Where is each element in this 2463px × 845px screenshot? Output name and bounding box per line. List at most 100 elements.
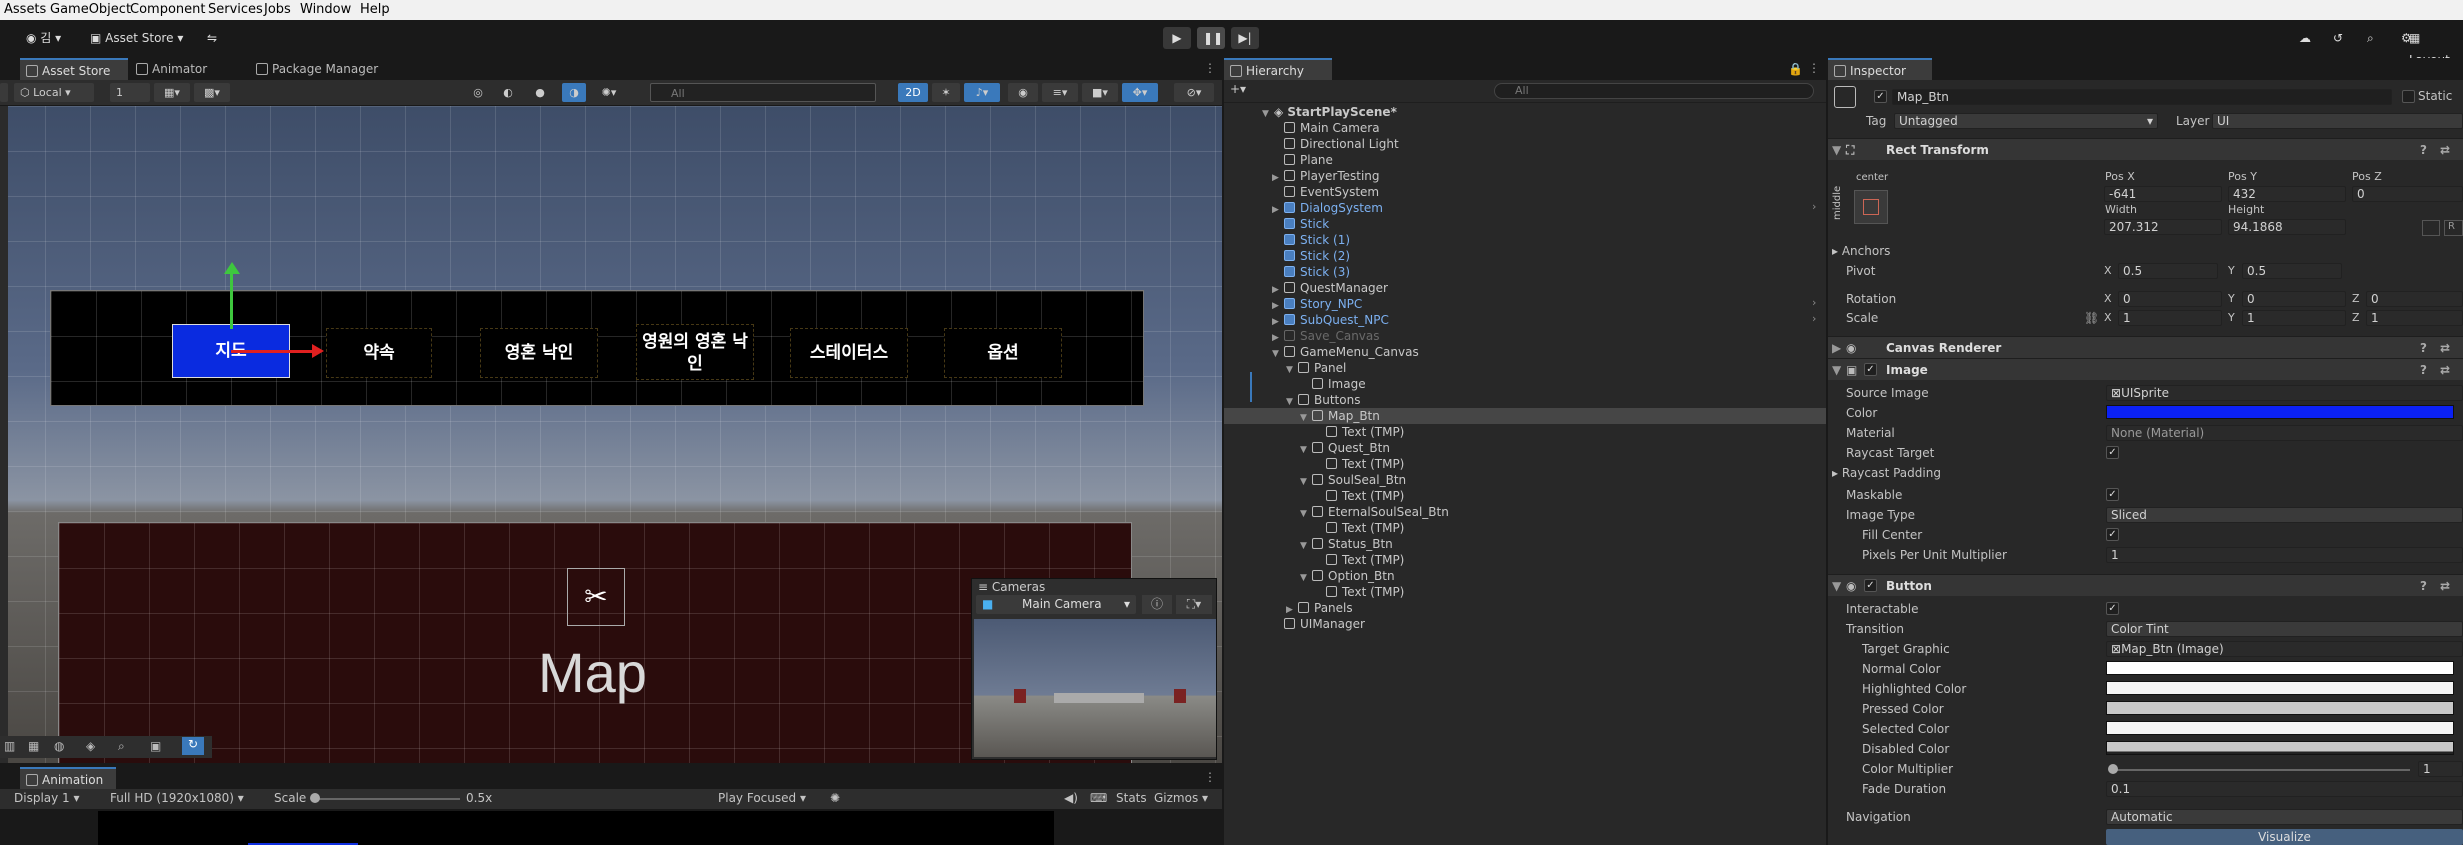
history-icon[interactable]: ↺ xyxy=(2327,27,2351,49)
light-toggle-icon[interactable]: ✶ xyxy=(932,83,960,102)
tab-animator[interactable]: Animator xyxy=(130,58,230,80)
gizmo-y-arrow-icon[interactable] xyxy=(224,262,240,274)
pause-button[interactable]: ❚❚ xyxy=(1197,27,1225,49)
fade-duration-field[interactable]: 0.1 xyxy=(2106,781,2463,797)
raycast-padding-foldout[interactable]: ▸ Raycast Padding xyxy=(1832,466,1941,480)
hierarchy-item[interactable]: ▶ Save_Canvas xyxy=(1272,328,1380,344)
canvas-renderer-header[interactable]: ▶ ◉ Canvas Renderer ? ⇄ xyxy=(1828,336,2463,358)
chevron-down-icon[interactable]: ▼ xyxy=(1300,442,1312,458)
rect-transform-header[interactable]: ▼ ⛶ Rect Transform ? ⇄ xyxy=(1828,138,2463,160)
tab-animation[interactable]: Animation xyxy=(20,767,116,789)
ppu-field[interactable]: 1 xyxy=(2106,547,2463,563)
pivot-mode-dropdown[interactable]: ⬡ Local ▾ xyxy=(14,83,94,102)
hierarchy-item[interactable]: Text (TMP) xyxy=(1314,552,1404,568)
scene-search-input[interactable]: All xyxy=(650,83,876,102)
hierarchy-item[interactable]: ▼ Quest_Btn xyxy=(1300,440,1390,456)
hierarchy-item[interactable]: ▼ SoulSeal_Btn xyxy=(1300,472,1406,488)
anchor-preset-button[interactable] xyxy=(1854,190,1888,224)
grid-snap-icon[interactable]: ▦▾ xyxy=(154,83,190,102)
search-icon[interactable]: ⌕ xyxy=(2361,27,2385,49)
hierarchy-item[interactable]: Text (TMP) xyxy=(1314,584,1404,600)
info-icon[interactable]: ⓘ xyxy=(1142,595,1172,614)
hierarchy-item[interactable]: ▼ Map_Btn xyxy=(1300,408,1380,424)
quest-button[interactable]: 약속 xyxy=(326,328,432,378)
tab-package-manager[interactable]: Package Manager xyxy=(250,58,390,80)
keyboard-icon[interactable]: ⌨ xyxy=(1090,791,1107,805)
scale-z-field[interactable]: 1 xyxy=(2366,310,2463,326)
cloud-icon[interactable]: ☁ xyxy=(2293,27,2317,49)
hierarchy-item[interactable]: ▶ PlayerTesting xyxy=(1272,168,1380,184)
camera-icon[interactable]: ■▾ xyxy=(1082,83,1118,102)
more-menu-icon[interactable]: ⋮ xyxy=(1204,61,1216,75)
option-button[interactable]: 옵션 xyxy=(944,328,1062,378)
play-mode-dropdown[interactable]: Play Focused ▾ xyxy=(718,791,806,805)
color-multiplier-field[interactable]: 1 xyxy=(2418,761,2463,777)
help-icon[interactable]: ? xyxy=(2420,575,2427,597)
navigation-dropdown[interactable]: Automatic xyxy=(2106,809,2463,825)
object-name-field[interactable]: Map_Btn xyxy=(1892,89,2392,105)
disabled-color-field[interactable] xyxy=(2106,741,2454,755)
raw-edit-icon[interactable]: R xyxy=(2444,220,2463,236)
menu-window[interactable]: Window xyxy=(300,2,351,17)
hierarchy-item[interactable]: ▼ Panel xyxy=(1286,360,1346,376)
pressed-color-field[interactable] xyxy=(2106,701,2454,715)
hierarchy-item[interactable]: ▶ QuestManager xyxy=(1272,280,1388,296)
gizmos-icon[interactable]: ✥▾ xyxy=(1122,83,1158,102)
settings-icon[interactable]: ⇄ xyxy=(2440,575,2450,597)
gizmos-dropdown[interactable]: Gizmos ▾ xyxy=(1154,791,1208,805)
prefab-open-icon[interactable]: › xyxy=(1812,312,1816,325)
step-button[interactable]: ▶| xyxy=(1231,27,1259,49)
help-icon[interactable]: ? xyxy=(2420,139,2427,161)
lighting-icon[interactable]: ◑ xyxy=(562,83,586,102)
color-multiplier-slider[interactable] xyxy=(2110,769,2410,771)
chevron-down-icon[interactable]: ▼ xyxy=(1286,362,1298,378)
settings-icon[interactable]: ✺ xyxy=(830,791,840,805)
tag-dropdown[interactable]: Untagged ▾ xyxy=(1894,113,2158,129)
settings-icon[interactable]: ⇄ xyxy=(2440,359,2450,381)
pivot-x-field[interactable]: 0.5 xyxy=(2118,263,2218,279)
menu-gameobject[interactable]: GameObject xyxy=(50,2,131,17)
audio-icon[interactable]: ♪▾ xyxy=(964,83,1000,102)
transition-dropdown[interactable]: Color Tint xyxy=(2106,621,2463,637)
button-enabled-checkbox[interactable]: ✓ xyxy=(1864,579,1877,592)
menu-component[interactable]: Component xyxy=(130,2,205,17)
color-field[interactable] xyxy=(2106,405,2454,419)
maskable-checkbox[interactable]: ✓ xyxy=(2106,488,2119,501)
grid-tool-icon[interactable]: ▥ xyxy=(4,739,15,753)
hierarchy-item[interactable]: ▶ SubQuest_NPC xyxy=(1272,312,1389,328)
layers-icon[interactable]: ≡▾ xyxy=(1042,83,1078,102)
gizmo-y-axis[interactable] xyxy=(230,269,233,329)
hierarchy-item[interactable]: Stick xyxy=(1272,216,1329,232)
button-header[interactable]: ▼ ◉ ✓ Button ? ⇄ xyxy=(1828,574,2463,596)
static-checkbox[interactable] xyxy=(2402,90,2415,103)
status-button[interactable]: 스테이터스 xyxy=(790,328,908,378)
version-control-icon[interactable]: ⇋ xyxy=(200,27,224,49)
normal-color-field[interactable] xyxy=(2106,661,2454,675)
blueprint-icon[interactable] xyxy=(2422,220,2440,236)
pos-x-field[interactable]: -641 xyxy=(2104,186,2222,202)
interactable-checkbox[interactable]: ✓ xyxy=(2106,602,2119,615)
hierarchy-item[interactable]: ▼ EternalSoulSeal_Btn xyxy=(1300,504,1449,520)
menu-assets[interactable]: Assets xyxy=(4,2,46,17)
selected-color-field[interactable] xyxy=(2106,721,2454,735)
add-icon[interactable]: +▾ xyxy=(1230,82,1246,96)
material-field[interactable]: None (Material) xyxy=(2106,425,2463,441)
play-button[interactable]: ▶ xyxy=(1163,27,1191,49)
account-button[interactable]: ◉ 김 ▾ xyxy=(20,27,70,49)
chevron-down-icon[interactable]: ▼ xyxy=(1300,570,1312,586)
hierarchy-item[interactable]: ▼ Buttons xyxy=(1286,392,1360,408)
pick-icon[interactable]: ⌕ xyxy=(118,739,125,754)
menu-services[interactable]: Services xyxy=(208,2,263,17)
help-icon[interactable]: ? xyxy=(2420,359,2427,381)
chevron-down-icon[interactable]: ▼ xyxy=(1300,506,1312,522)
audio-mute-icon[interactable]: ◀) xyxy=(1064,791,1078,805)
hierarchy-item[interactable]: Stick (3) xyxy=(1272,264,1350,280)
pos-z-field[interactable]: 0 xyxy=(2352,186,2463,202)
chevron-down-icon[interactable]: ▼ xyxy=(1300,474,1312,490)
display-dropdown[interactable]: Display 1 ▾ xyxy=(14,791,80,805)
hierarchy-item[interactable]: ▶ Story_NPC xyxy=(1272,296,1362,312)
settings-icon[interactable]: ⇄ xyxy=(2440,139,2450,161)
gizmo-x-axis[interactable] xyxy=(231,350,315,353)
hierarchy-item[interactable]: ▶ DialogSystem xyxy=(1272,200,1383,216)
rot-z-field[interactable]: 0 xyxy=(2366,291,2463,307)
